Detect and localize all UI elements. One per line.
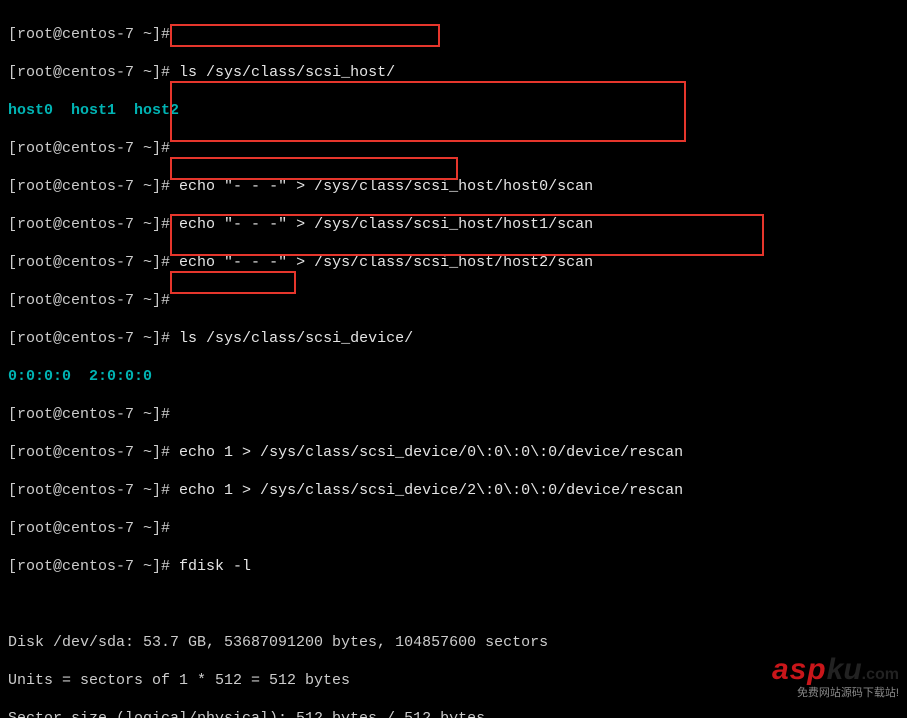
hash: # xyxy=(161,330,170,347)
prompt: [root@centos-7 ~] xyxy=(8,406,161,423)
prompt: [root@centos-7 ~] xyxy=(8,292,161,309)
cmd-fdisk: fdisk -l xyxy=(170,558,251,575)
cmd-echo-dev2: echo 1 > /sys/class/scsi_device/2\:0\:0\… xyxy=(170,482,683,499)
output-sector-size: Sector size (logical/physical): 512 byte… xyxy=(8,709,899,718)
prompt: [root@centos-7 ~] xyxy=(8,216,161,233)
hash: # xyxy=(161,482,170,499)
logo-com: .com xyxy=(862,666,899,683)
prompt: [root@centos-7 ~] xyxy=(8,140,161,157)
cmd-ls-scsi-host: ls /sys/class/scsi_host/ xyxy=(170,64,395,81)
hash: # xyxy=(161,292,170,309)
output-hosts: host0 host1 host2 xyxy=(8,102,179,119)
hash: # xyxy=(161,26,170,43)
cmd-echo-host2: echo "- - -" > /sys/class/scsi_host/host… xyxy=(170,254,593,271)
hash: # xyxy=(161,140,170,157)
cmd-ls-scsi-device: ls /sys/class/scsi_device/ xyxy=(170,330,413,347)
hash: # xyxy=(161,254,170,271)
hash: # xyxy=(161,520,170,537)
hash: # xyxy=(161,558,170,575)
terminal[interactable]: [root@centos-7 ~]# [root@centos-7 ~]# ls… xyxy=(0,0,907,718)
hash: # xyxy=(161,178,170,195)
hash: # xyxy=(161,216,170,233)
prompt: [root@centos-7 ~] xyxy=(8,330,161,347)
logo-ku: ku xyxy=(827,653,862,686)
cmd-echo-host1: echo "- - -" > /sys/class/scsi_host/host… xyxy=(170,216,593,233)
cmd-echo-host0: echo "- - -" > /sys/class/scsi_host/host… xyxy=(170,178,593,195)
output-devices: 0:0:0:0 2:0:0:0 xyxy=(8,368,152,385)
prompt: [root@centos-7 ~] xyxy=(8,558,161,575)
logo-asp: asp xyxy=(772,653,827,686)
cmd-echo-dev0: echo 1 > /sys/class/scsi_device/0\:0\:0\… xyxy=(170,444,683,461)
prompt: [root@centos-7 ~] xyxy=(8,482,161,499)
watermark-logo: aspku.com 免费网站源码下载站! xyxy=(772,653,899,700)
prompt: [root@centos-7 ~] xyxy=(8,26,161,43)
output-units: Units = sectors of 1 * 512 = 512 bytes xyxy=(8,671,899,690)
output-line xyxy=(8,595,899,614)
prompt: [root@centos-7 ~] xyxy=(8,64,161,81)
output-disk-sda: Disk /dev/sda: 53.7 GB, 53687091200 byte… xyxy=(8,633,899,652)
logo-tagline: 免费网站源码下载站! xyxy=(772,684,899,700)
prompt: [root@centos-7 ~] xyxy=(8,178,161,195)
hash: # xyxy=(161,444,170,461)
prompt: [root@centos-7 ~] xyxy=(8,444,161,461)
prompt: [root@centos-7 ~] xyxy=(8,254,161,271)
hash: # xyxy=(161,64,170,81)
prompt: [root@centos-7 ~] xyxy=(8,520,161,537)
hash: # xyxy=(161,406,170,423)
